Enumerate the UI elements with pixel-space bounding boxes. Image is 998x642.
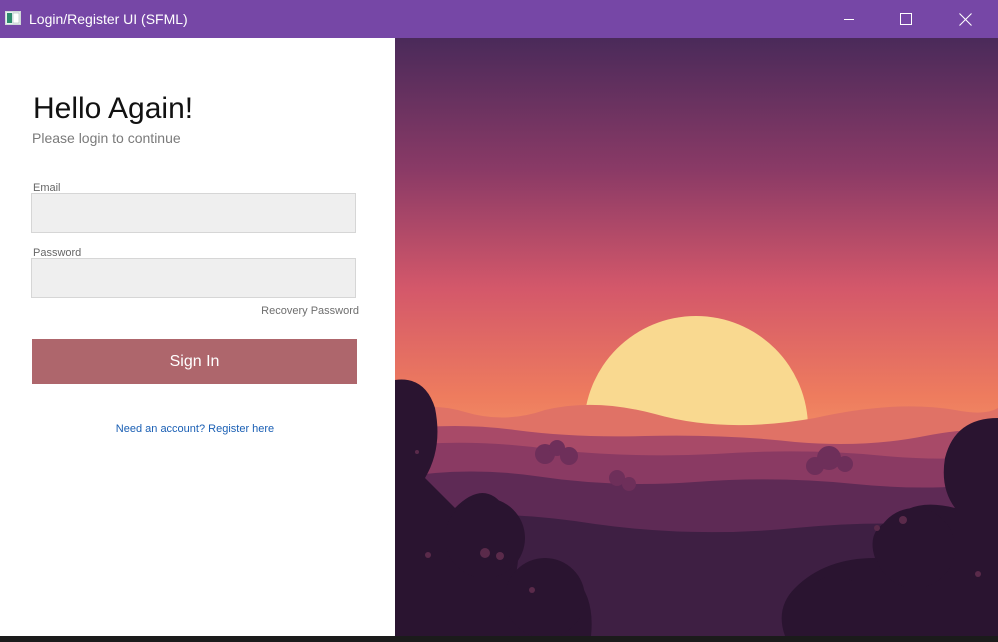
close-icon	[958, 12, 972, 26]
register-link[interactable]: Need an account? Register here	[0, 423, 390, 435]
close-button[interactable]	[936, 0, 994, 38]
app-window: Login/Register UI (SFML) Hello Again! Pl…	[0, 0, 998, 642]
maximize-button[interactable]	[877, 0, 935, 38]
window-title: Login/Register UI (SFML)	[29, 11, 188, 27]
password-field[interactable]	[31, 258, 356, 298]
sign-in-button[interactable]: Sign In	[32, 339, 357, 384]
minimize-button[interactable]	[820, 0, 878, 38]
app-icon	[5, 11, 21, 25]
page-subtitle: Please login to continue	[32, 130, 181, 146]
minimize-icon	[844, 19, 854, 20]
email-field[interactable]	[31, 193, 356, 233]
title-bar[interactable]: Login/Register UI (SFML)	[0, 0, 998, 38]
recovery-password-link[interactable]: Recovery Password	[240, 305, 359, 317]
login-panel: Hello Again! Please login to continue Em…	[0, 38, 395, 636]
page-title: Hello Again!	[33, 92, 194, 125]
maximize-icon	[900, 13, 912, 25]
sunset-landscape-illustration	[395, 38, 998, 636]
taskbar-strip	[0, 636, 998, 642]
